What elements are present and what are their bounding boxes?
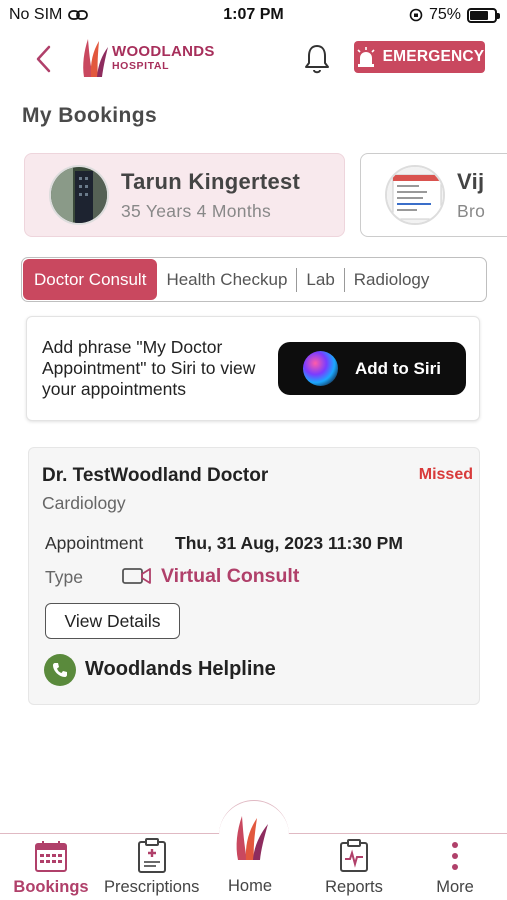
nav-bookings[interactable]: Bookings xyxy=(1,838,101,897)
nav-reports[interactable]: Reports xyxy=(304,838,404,897)
logo-flame-icon xyxy=(83,39,108,77)
tab-doctor-consult[interactable]: Doctor Consult xyxy=(23,259,158,300)
back-button[interactable] xyxy=(30,42,56,76)
logo-wordmark: WOODLANDS xyxy=(112,43,215,61)
doctor-department: Cardiology xyxy=(42,493,126,513)
patient-avatar xyxy=(49,165,109,225)
video-camera-icon xyxy=(122,568,151,584)
battery-percent: 75% xyxy=(428,6,461,23)
chevron-left-icon xyxy=(36,45,51,73)
bell-icon[interactable] xyxy=(302,43,332,75)
appointment-label: Appointment xyxy=(45,533,144,553)
tab-radiology[interactable]: Radiology xyxy=(345,258,439,301)
patient-selector: Tarun Kingertest 35 Years 4 Months Vij B… xyxy=(24,153,507,239)
hospital-logo: WOODLANDS HOSPITAL xyxy=(80,37,215,79)
type-label: Type xyxy=(45,567,83,587)
add-to-siri-button[interactable]: Add to Siri xyxy=(278,342,466,395)
add-to-siri-label: Add to Siri xyxy=(355,358,441,378)
more-vertical-icon xyxy=(437,838,473,874)
siri-icon xyxy=(303,351,338,386)
patient-name: Tarun Kingertest xyxy=(121,168,301,194)
view-details-button[interactable]: View Details xyxy=(45,603,180,639)
tab-lab[interactable]: Lab xyxy=(297,258,343,301)
nav-bookings-label: Bookings xyxy=(13,878,89,896)
tab-health-checkup[interactable]: Health Checkup xyxy=(157,258,296,301)
patient-avatar xyxy=(385,165,445,225)
siri-shortcut-card: Add phrase "My Doctor Appointment" to Si… xyxy=(26,316,480,421)
consult-type: Virtual Consult xyxy=(161,565,300,587)
home-logo-icon[interactable] xyxy=(230,812,274,862)
helpline-link[interactable]: Woodlands Helpline xyxy=(85,658,276,681)
appointment-datetime: Thu, 31 Aug, 2023 11:30 PM xyxy=(175,533,403,553)
battery-icon xyxy=(467,7,500,23)
nav-more[interactable]: More xyxy=(405,838,505,897)
nav-prescriptions-label: Prescriptions xyxy=(104,878,200,896)
siri-instruction: Add phrase "My Doctor Appointment" to Si… xyxy=(42,337,256,399)
orientation-lock-icon xyxy=(409,8,423,22)
booking-type-tabs: Doctor Consult Health Checkup Lab Radiol… xyxy=(21,257,487,302)
nav-prescriptions[interactable]: Prescriptions xyxy=(102,838,202,897)
calendar-icon xyxy=(33,838,69,874)
patient-card-selected[interactable]: Tarun Kingertest 35 Years 4 Months xyxy=(24,153,345,237)
alarm-light-icon xyxy=(357,47,375,67)
nav-reports-label: Reports xyxy=(325,878,383,896)
status-bar: No SIM 1:07 PM 75% xyxy=(0,0,507,32)
page-title: My Bookings xyxy=(22,104,158,127)
appointment-status-badge: Missed xyxy=(418,466,473,483)
nav-home-label[interactable]: Home xyxy=(200,877,300,896)
emergency-button[interactable]: EMERGENCY xyxy=(354,41,485,73)
patient-card[interactable]: Vij Bro xyxy=(360,153,507,237)
clipboard-icon xyxy=(134,838,170,874)
patient-age: 35 Years 4 Months xyxy=(121,200,272,221)
emergency-label: EMERGENCY xyxy=(382,48,485,65)
appointment-card: Dr. TestWoodland Doctor Missed Cardiolog… xyxy=(28,447,480,705)
patient-name: Vij xyxy=(457,168,485,194)
nav-more-label: More xyxy=(436,878,474,896)
doctor-name: Dr. TestWoodland Doctor xyxy=(42,465,269,486)
patient-age: Bro xyxy=(457,200,486,221)
report-icon xyxy=(336,838,372,874)
phone-icon[interactable] xyxy=(44,654,76,686)
app-header: WOODLANDS HOSPITAL EMERGENCY xyxy=(0,34,507,84)
battery-info: 75% xyxy=(409,6,500,24)
logo-subtitle: HOSPITAL xyxy=(112,60,170,73)
